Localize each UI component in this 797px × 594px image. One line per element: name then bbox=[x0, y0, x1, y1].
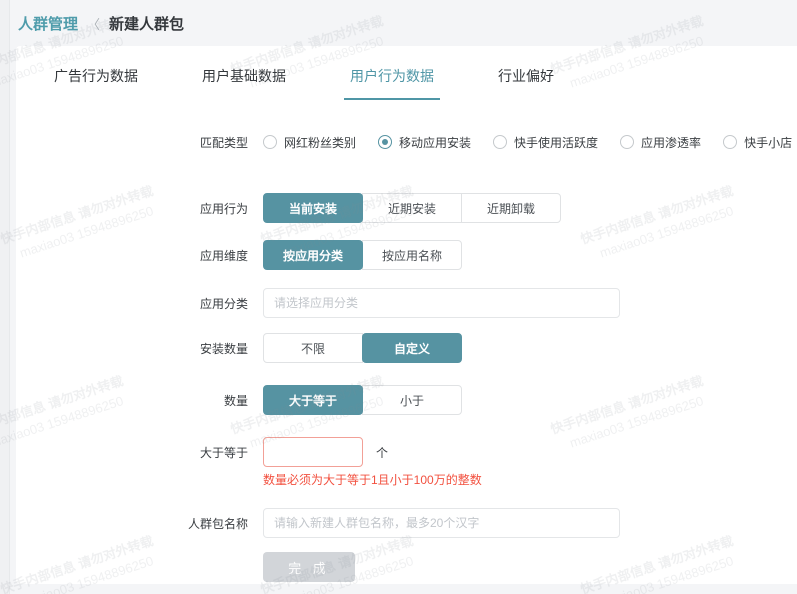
tab-bar: 广告行为数据 用户基础数据 用户行为数据 行业偏好 bbox=[16, 46, 797, 100]
app-category-label: 应用分类 bbox=[199, 296, 248, 311]
radio-icon[interactable] bbox=[620, 135, 635, 149]
package-name-label: 人群包名称 bbox=[187, 516, 248, 531]
package-name-row: 人群包名称 bbox=[16, 508, 797, 538]
breadcrumb-current: 新建人群包 bbox=[109, 15, 185, 33]
match-type-label: 匹配类型 bbox=[199, 135, 248, 150]
radio-icon[interactable] bbox=[263, 135, 277, 149]
segment-unlimited[interactable]: 不限 bbox=[263, 333, 363, 363]
install-count-row: 安装数量 不限 自定义 bbox=[16, 333, 797, 363]
segment-custom[interactable]: 自定义 bbox=[362, 333, 462, 363]
breadcrumb: 人群管理 〈 新建人群包 bbox=[18, 12, 184, 34]
radio-kuaishou-activity[interactable]: 快手使用活跃度 bbox=[493, 134, 598, 151]
match-type-row: 匹配类型 网红粉丝类别 移动应用安装 快手使用活跃度 应用渗透率 快手小店 bbox=[16, 127, 797, 157]
install-count-label: 安装数量 bbox=[199, 341, 248, 356]
radio-mobile-app-install[interactable]: 移动应用安装 bbox=[378, 134, 471, 151]
gte-label: 大于等于 bbox=[199, 445, 248, 460]
app-dimension-row: 应用维度 按应用分类 按应用名称 bbox=[16, 240, 797, 270]
breadcrumb-separator-icon: 〈 bbox=[87, 16, 101, 32]
app-category-row: 应用分类 bbox=[16, 288, 797, 318]
segment-current-install[interactable]: 当前安装 bbox=[263, 193, 363, 223]
app-dimension-label: 应用维度 bbox=[199, 248, 248, 263]
tab-user-basic-data[interactable]: 用户基础数据 bbox=[196, 58, 292, 100]
segment-less-than[interactable]: 小于 bbox=[362, 385, 462, 415]
package-name-input[interactable] bbox=[263, 508, 620, 538]
radio-influencer-fan-category[interactable]: 网红粉丝类别 bbox=[263, 134, 356, 151]
segment-by-app-category[interactable]: 按应用分类 bbox=[263, 240, 363, 270]
segment-recent-uninstall[interactable]: 近期卸载 bbox=[461, 193, 561, 223]
gte-value-row: 大于等于 个 bbox=[16, 437, 797, 467]
page-left-gutter bbox=[0, 0, 10, 594]
quantity-row: 数量 大于等于 小于 bbox=[16, 385, 797, 415]
gte-number-input[interactable] bbox=[263, 437, 363, 467]
finish-button[interactable]: 完 成 bbox=[263, 552, 355, 582]
app-behavior-label: 应用行为 bbox=[199, 201, 248, 216]
tab-industry-preference[interactable]: 行业偏好 bbox=[492, 58, 560, 100]
radio-app-penetration[interactable]: 应用渗透率 bbox=[620, 134, 701, 151]
breadcrumb-root-link[interactable]: 人群管理 bbox=[18, 13, 78, 34]
quantity-label: 数量 bbox=[223, 393, 248, 408]
segment-recent-install[interactable]: 近期安装 bbox=[362, 193, 462, 223]
radio-checked-icon[interactable] bbox=[378, 135, 393, 149]
radio-kuaishou-shop[interactable]: 快手小店 bbox=[723, 134, 792, 151]
radio-icon[interactable] bbox=[723, 135, 738, 149]
gte-error-message: 数量必须为大于等于1且小于100万的整数 bbox=[263, 473, 482, 487]
tab-user-behavior-data[interactable]: 用户行为数据 bbox=[344, 58, 440, 100]
submit-row: 完 成 bbox=[16, 552, 797, 582]
gte-unit: 个 bbox=[376, 445, 389, 460]
segment-greater-equal[interactable]: 大于等于 bbox=[263, 385, 363, 415]
app-category-input[interactable] bbox=[263, 288, 620, 318]
segment-by-app-name[interactable]: 按应用名称 bbox=[362, 240, 462, 270]
tab-ad-behavior-data[interactable]: 广告行为数据 bbox=[48, 58, 144, 100]
radio-icon[interactable] bbox=[493, 135, 508, 149]
app-behavior-row: 应用行为 当前安装 近期安装 近期卸载 bbox=[16, 193, 797, 223]
